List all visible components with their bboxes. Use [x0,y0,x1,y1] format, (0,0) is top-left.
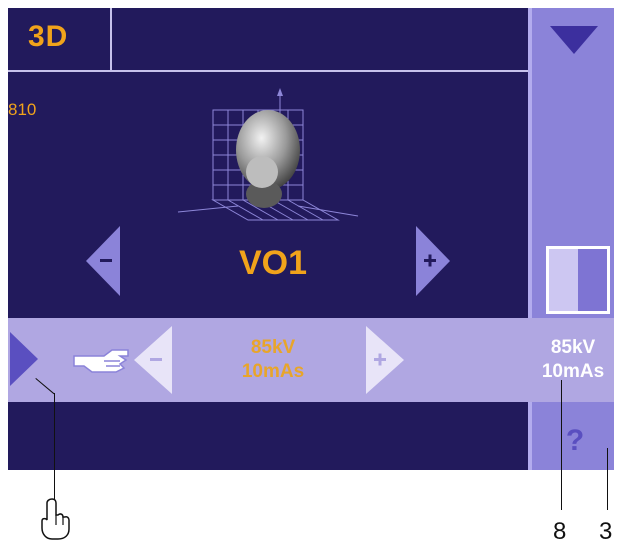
pointing-hand-icon [73,349,129,373]
program-code: 810 [8,100,37,119]
hand-cursor-icon [41,498,70,540]
program-next-button[interactable] [416,226,450,296]
split-view-icon[interactable] [546,246,610,314]
exposure-prev-button[interactable] [134,326,172,394]
play-triangle-icon[interactable] [10,332,38,386]
dropdown-triangle-icon[interactable] [550,26,598,54]
head-3d-grid-icon [177,88,359,221]
actual-kv-value: 85kV [550,337,596,358]
callout-number-3: 3 [599,518,613,545]
callout-line-hand-vertical [54,393,55,501]
status-bar [8,402,528,470]
set-exposure-values: 85kV 10mAs [218,336,328,384]
actual-mas-value: 10mAs [541,361,605,382]
set-mas-value: 10mAs [241,361,305,382]
help-button[interactable]: ? [536,412,614,470]
callout-line-8 [561,380,562,510]
callout-number-8: 8 [553,518,567,545]
actual-exposure-values: 85kV 10mAs [528,336,618,384]
tab-3d-label: 3D [28,20,69,53]
tab-3d[interactable]: 3D [8,8,112,72]
exposure-next-button[interactable] [366,326,404,394]
callout-line-3 [607,448,608,510]
set-kv-value: 85kV [250,337,296,358]
main-panel: 3D 810 VO1 [8,8,528,318]
exposure-strip: 85kV 10mAs 85kV 10mAs [8,318,614,402]
help-icon: ? [565,424,585,457]
program-name: VO1 [238,244,308,282]
program-prev-button[interactable] [86,226,120,296]
tab-divider [112,70,528,72]
